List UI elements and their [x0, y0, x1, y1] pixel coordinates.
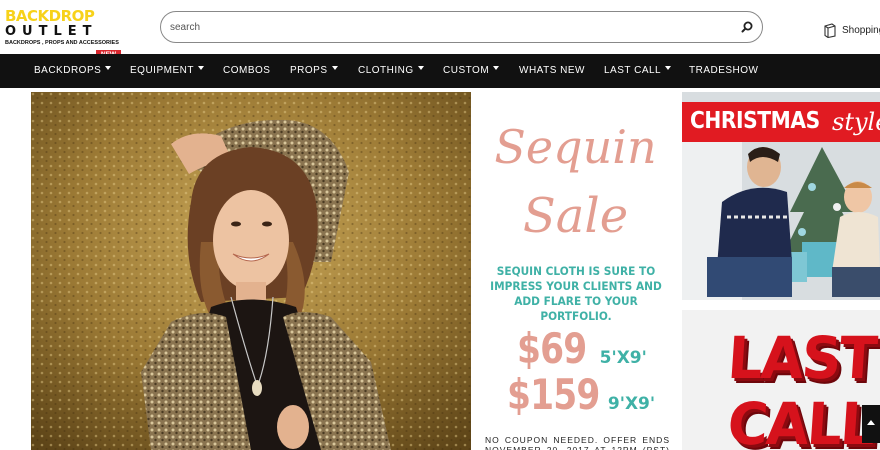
christmas-title: CHRISTMAS	[690, 108, 820, 134]
nav-label: PROPS	[290, 65, 328, 76]
nav-item-last-call[interactable]: LAST CALL	[604, 54, 672, 88]
logo-line1: BACKDROP	[5, 7, 95, 25]
nav-label: EQUIPMENT	[130, 65, 194, 76]
sale-copy: SEQUIN CLOTH IS SURE TO IMPRESS YOUR CLI…	[490, 264, 662, 323]
last-call-line1: LAST	[725, 324, 878, 392]
caret-down-icon	[493, 66, 500, 71]
caret-down-icon	[331, 66, 338, 71]
nav-item-custom[interactable]: CUSTOM	[443, 54, 500, 88]
scroll-to-top-button[interactable]	[862, 405, 880, 443]
price-row-2: $159 9'X9'	[507, 370, 655, 419]
logo-tagline: BACKDROPS , PROPS AND ACCESSORIES	[5, 40, 119, 46]
arrow-up-icon	[867, 420, 875, 425]
nav-item-tradeshow[interactable]: TRADESHOW	[689, 54, 759, 88]
nav-label: COMBOS	[223, 65, 271, 76]
last-call-promo[interactable]: LAST CALL	[682, 310, 880, 450]
size-2: 9'X9'	[607, 394, 656, 414]
price-1: $69	[517, 324, 587, 373]
price-2: $159	[507, 370, 600, 419]
nav-label: WHATS NEW	[519, 65, 585, 76]
shopping-bag-icon	[824, 23, 836, 38]
caret-down-icon	[417, 66, 424, 71]
nav-item-combos[interactable]: COMBOS	[223, 54, 270, 88]
nav-label: CUSTOM	[443, 65, 490, 76]
shopping-label: Shopping	[842, 24, 880, 36]
caret-down-icon	[665, 66, 672, 71]
hero-model-photo[interactable]	[31, 92, 471, 450]
caret-down-icon	[197, 66, 204, 71]
last-call-line2: CALL	[725, 390, 876, 450]
site-logo[interactable]: BACKDROP OUTLET BACKDROPS , PROPS AND AC…	[5, 7, 121, 59]
nav-label: CLOTHING	[358, 65, 414, 76]
nav-item-equipment[interactable]: EQUIPMENT	[130, 54, 204, 88]
christmas-script: styles	[832, 108, 880, 136]
search-icon[interactable]	[740, 20, 754, 34]
nav-item-whats-new[interactable]: WHATS NEW	[519, 54, 585, 88]
site-header: BACKDROP OUTLET BACKDROPS , PROPS AND AC…	[0, 0, 880, 59]
christmas-styles-promo[interactable]: CHRISTMAS styles	[682, 92, 880, 300]
main-nav: BACKDROPS EQUIPMENT COMBOS PROPS CLOTHIN…	[0, 54, 880, 88]
caret-down-icon	[105, 66, 112, 71]
search-input[interactable]	[170, 18, 730, 36]
sale-headline-1: Sequin	[494, 120, 657, 174]
nav-item-props[interactable]: PROPS	[290, 54, 338, 88]
nav-label: LAST CALL	[604, 65, 662, 76]
fine-print: NO COUPON NEEDED. OFFER ENDS NOVEMBER 20…	[485, 435, 670, 450]
logo-line2: OUTLET	[5, 24, 98, 39]
nav-item-clothing[interactable]: CLOTHING	[358, 54, 424, 88]
nav-label: BACKDROPS	[34, 65, 102, 76]
hero-photo-art	[31, 92, 471, 450]
price-row-1: $69 5'X9'	[517, 324, 647, 373]
size-1: 5'X9'	[599, 348, 647, 368]
search-bar[interactable]	[160, 11, 763, 43]
sale-headline-2: Sale	[522, 188, 629, 244]
nav-label: TRADESHOW	[689, 65, 759, 76]
shopping-link[interactable]: Shopping	[823, 21, 880, 39]
sequin-sale-panel[interactable]: Sequin Sale SEQUIN CLOTH IS SURE TO IMPR…	[471, 92, 680, 450]
christmas-banner: CHRISTMAS styles	[682, 102, 880, 142]
nav-item-backdrops[interactable]: BACKDROPS	[34, 54, 112, 88]
